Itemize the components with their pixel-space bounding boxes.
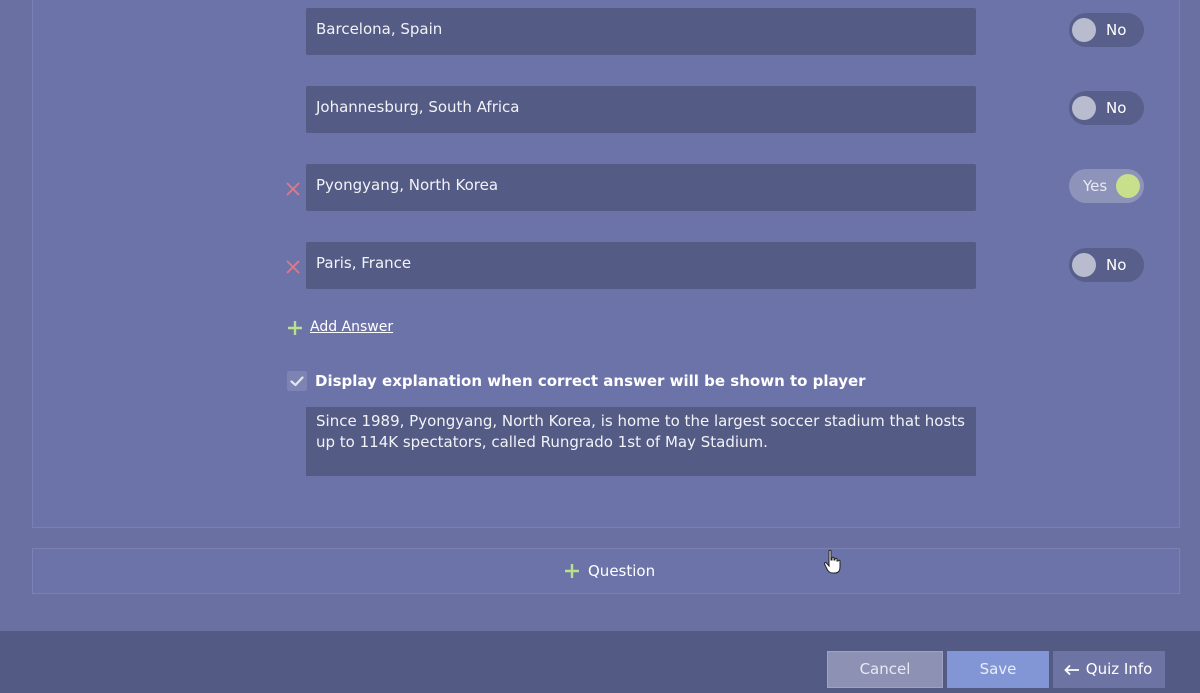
footer-bar: Cancel Save Quiz Info: [0, 631, 1200, 693]
close-icon[interactable]: [285, 259, 301, 275]
toggle-label: Yes: [1083, 177, 1108, 195]
explanation-text: Since 1989, Pyongyang, North Korea, is h…: [316, 412, 965, 451]
toggle-knob: [1072, 18, 1096, 42]
explanation-option: Display explanation when correct answer …: [287, 371, 987, 391]
toggle-knob: [1072, 253, 1096, 277]
answer-field-1[interactable]: Barcelona, Spain: [306, 8, 976, 55]
toggle-label: No: [1106, 21, 1127, 39]
answer-text: Paris, France: [316, 254, 412, 272]
correct-toggle-3[interactable]: Yes: [1069, 169, 1144, 203]
toggle-knob: [1116, 174, 1140, 198]
explanation-label: Display explanation when correct answer …: [315, 372, 866, 390]
cancel-button[interactable]: Cancel: [827, 651, 943, 688]
quiz-info-button[interactable]: Quiz Info: [1053, 651, 1165, 688]
toggle-knob: [1072, 96, 1096, 120]
explanation-checkbox[interactable]: [287, 371, 307, 391]
answer-field-4[interactable]: Paris, France: [306, 242, 976, 289]
add-answer-label[interactable]: Add Answer: [310, 319, 393, 335]
answer-text: Pyongyang, North Korea: [316, 176, 499, 194]
checkmark-icon: [290, 376, 304, 387]
toggle-label: No: [1106, 99, 1127, 117]
correct-toggle-4[interactable]: No: [1069, 248, 1144, 282]
correct-toggle-1[interactable]: No: [1069, 13, 1144, 47]
answer-text: Johannesburg, South Africa: [316, 98, 520, 116]
toggle-label: No: [1106, 256, 1127, 274]
close-icon[interactable]: [285, 181, 301, 197]
answer-field-2[interactable]: Johannesburg, South Africa: [306, 86, 976, 133]
add-question-button[interactable]: Question: [32, 548, 1180, 594]
plus-icon: [565, 564, 579, 578]
answer-text: Barcelona, Spain: [316, 20, 443, 38]
plus-icon: [288, 321, 302, 335]
add-question-label: Question: [588, 562, 656, 580]
explanation-textarea[interactable]: Since 1989, Pyongyang, North Korea, is h…: [306, 407, 976, 476]
quiz-info-label: Quiz Info: [1085, 660, 1153, 678]
hand-pointer-icon: [823, 549, 841, 574]
save-button[interactable]: Save: [947, 651, 1049, 688]
answer-field-3[interactable]: Pyongyang, North Korea: [306, 164, 976, 211]
correct-toggle-2[interactable]: No: [1069, 91, 1144, 125]
arrow-left-icon: [1064, 664, 1079, 675]
